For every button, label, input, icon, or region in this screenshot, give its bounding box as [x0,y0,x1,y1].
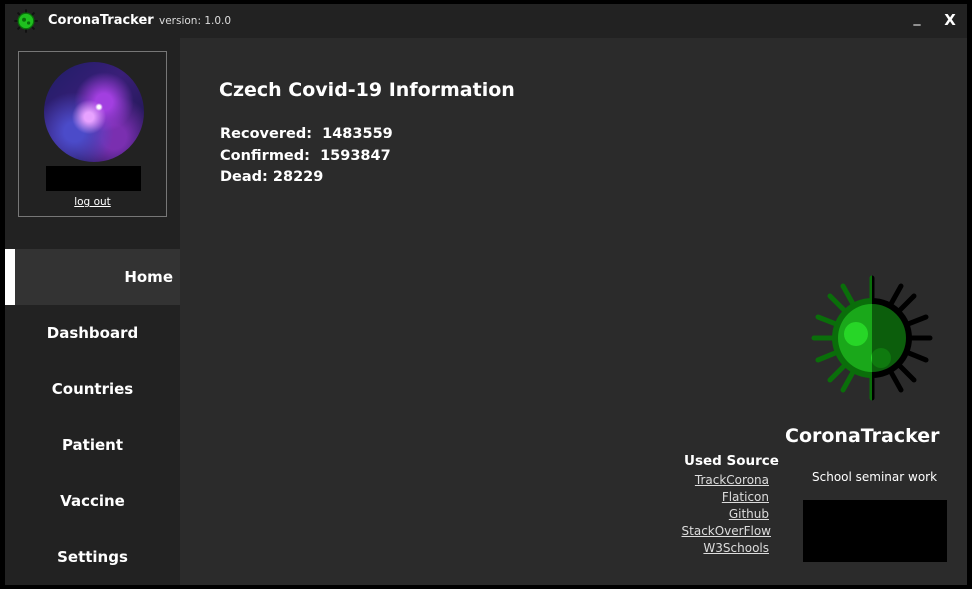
version-label: version: 1.0.0 [159,15,232,27]
redacted-box [803,500,947,562]
sidebar-item-label: Dashboard [46,324,139,342]
sidebar-item-label: Settings [57,548,128,566]
source-link-stackoverflow[interactable]: StackOverFlow [682,524,771,538]
app-title: CoronaTracker [48,13,154,28]
sidebar-item-patient[interactable]: Patient [5,417,180,473]
stat-label: Recovered: [220,126,313,142]
stat-label: Confirmed: [220,148,310,164]
close-button[interactable]: X [940,11,960,33]
sources-title: Used Source [684,453,779,469]
logout-link[interactable]: log out [19,196,166,208]
app-window: CoronaTracker version: 1.0.0 _ X log out… [5,4,967,585]
sidebar-item-countries[interactable]: Countries [5,361,180,417]
avatar [44,62,144,162]
sidebar-item-label: Vaccine [60,492,125,510]
sidebar-item-home[interactable]: Home [5,249,180,305]
brand-name: CoronaTracker [785,425,940,447]
sidebar: log out Home Dashboard Countries Patient… [5,38,180,585]
sidebar-item-vaccine[interactable]: Vaccine [5,473,180,529]
active-indicator [5,249,15,305]
sidebar-item-dashboard[interactable]: Dashboard [5,305,180,361]
stat-value: 1593847 [320,148,391,164]
virus-icon [14,9,38,33]
sidebar-item-label: Home [124,268,173,286]
profile-card: log out [18,51,167,217]
sidebar-item-label: Countries [51,380,134,398]
stat-value: 28229 [272,169,324,185]
sidebar-item-label: Patient [61,436,124,454]
sidebar-item-settings[interactable]: Settings [5,529,180,585]
title-bar[interactable]: CoronaTracker version: 1.0.0 _ X [5,4,967,38]
minimize-button[interactable]: _ [907,10,927,34]
source-link-w3schools[interactable]: W3Schools [703,541,769,555]
source-link-trackcorona[interactable]: TrackCorona [695,473,769,487]
stat-confirmed: Confirmed: 1593847 [220,148,391,164]
source-link-github[interactable]: Github [729,507,769,521]
virus-icon [811,275,933,401]
stat-dead: Dead: 28229 [220,169,323,185]
source-link-flaticon[interactable]: Flaticon [722,490,769,504]
page-title: Czech Covid-19 Information [219,79,515,101]
username-box [46,166,141,191]
stat-recovered: Recovered: 1483559 [220,126,393,142]
stat-value: 1483559 [322,126,393,142]
stat-label: Dead: [220,169,268,185]
brand-subtitle: School seminar work [812,470,938,484]
